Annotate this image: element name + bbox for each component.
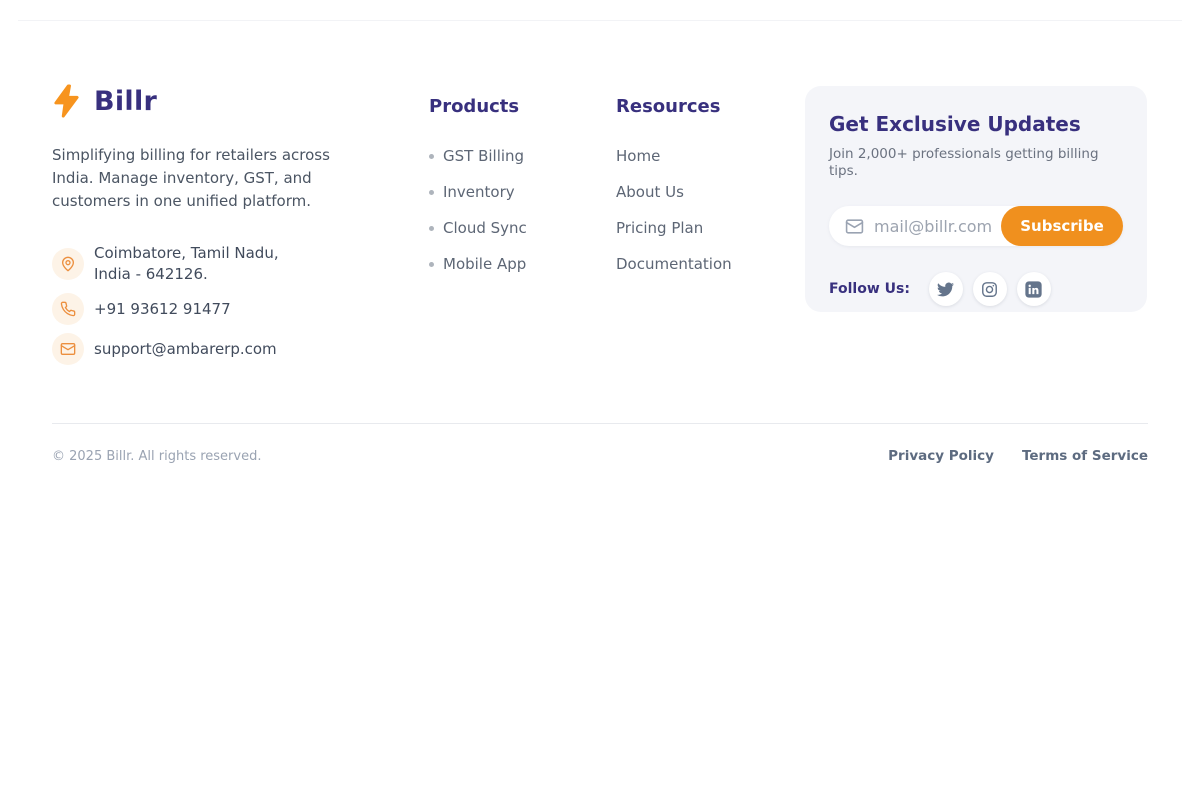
newsletter-title: Get Exclusive Updates [829,112,1123,136]
twitter-button[interactable] [929,272,963,306]
newsletter-subtitle: Join 2,000+ professionals getting billin… [829,146,1123,180]
resources-title: Resources [616,96,732,117]
email-input[interactable] [874,217,1009,236]
bottom-divider [52,423,1148,424]
twitter-icon [937,281,954,298]
newsletter-card: Get Exclusive Updates Join 2,000+ profes… [805,86,1147,312]
lightning-bolt-icon [52,84,81,118]
email-text: support@ambarerp.com [94,339,277,360]
link-label: Inventory [443,183,515,201]
products-column: Products GST Billing Inventory Cloud Syn… [429,96,527,282]
link-label: Pricing Plan [616,219,703,237]
top-divider [18,20,1182,21]
link-label: About Us [616,183,684,201]
contact-address: Coimbatore, Tamil Nadu, India - 642126. [52,243,382,285]
resources-column: Resources Home About Us Pricing Plan Doc… [616,96,732,282]
brand-logo[interactable]: Billr [52,84,382,118]
bullet-dot [429,190,434,195]
address-line-1: Coimbatore, Tamil Nadu, [94,243,279,264]
brand-name: Billr [94,86,157,117]
contact-phone[interactable]: +91 93612 91477 [52,293,382,325]
legal-links: Privacy Policy Terms of Service [888,448,1148,464]
linkedin-button[interactable] [1017,272,1051,306]
instagram-icon [981,281,998,298]
copyright-text: © 2025 Billr. All rights reserved. [52,449,261,464]
products-title: Products [429,96,527,117]
link-documentation[interactable]: Documentation [616,246,732,282]
follow-row: Follow Us: [829,272,1123,306]
brand-column: Billr Simplifying billing for retailers … [52,84,382,373]
link-label: Mobile App [443,255,526,273]
brand-tagline: Simplifying billing for retailers across… [52,144,364,213]
instagram-button[interactable] [973,272,1007,306]
link-pricing-plan[interactable]: Pricing Plan [616,210,732,246]
resources-links: Home About Us Pricing Plan Documentation [616,138,732,282]
link-inventory[interactable]: Inventory [429,174,527,210]
link-cloud-sync[interactable]: Cloud Sync [429,210,527,246]
contact-email[interactable]: support@ambarerp.com [52,333,382,365]
follow-label: Follow Us: [829,281,910,297]
bullet-dot [429,262,434,267]
linkedin-icon [1025,281,1042,298]
address-text: Coimbatore, Tamil Nadu, India - 642126. [94,243,279,285]
link-gst-billing[interactable]: GST Billing [429,138,527,174]
bottom-bar: © 2025 Billr. All rights reserved. Priva… [52,448,1148,464]
subscribe-form: Subscribe [829,206,1123,246]
link-label: GST Billing [443,147,524,165]
phone-text: +91 93612 91477 [94,299,231,320]
privacy-policy-link[interactable]: Privacy Policy [888,448,994,464]
mail-icon [52,333,84,365]
link-mobile-app[interactable]: Mobile App [429,246,527,282]
contact-list: Coimbatore, Tamil Nadu, India - 642126. … [52,243,382,365]
link-label: Home [616,147,660,165]
link-about-us[interactable]: About Us [616,174,732,210]
phone-icon [52,293,84,325]
page: Billr Simplifying billing for retailers … [0,0,1200,800]
bullet-dot [429,154,434,159]
link-label: Documentation [616,255,732,273]
bullet-dot [429,226,434,231]
subscribe-button[interactable]: Subscribe [1001,206,1123,246]
terms-of-service-link[interactable]: Terms of Service [1022,448,1148,464]
link-label: Cloud Sync [443,219,527,237]
map-pin-icon [52,248,84,280]
mail-icon [845,217,864,236]
address-line-2: India - 642126. [94,264,279,285]
link-home[interactable]: Home [616,138,732,174]
products-links: GST Billing Inventory Cloud Sync Mobile … [429,138,527,282]
